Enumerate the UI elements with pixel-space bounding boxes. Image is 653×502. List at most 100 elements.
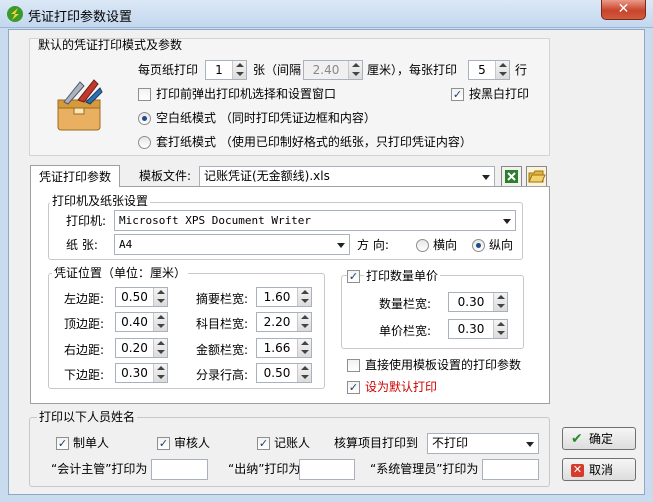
tab-label: 凭证打印参数 [39, 170, 112, 184]
row-height-value: 0.50 [263, 366, 291, 380]
orientation-label: 方 向: [357, 238, 389, 252]
per-page-value: 1 [215, 63, 223, 77]
amount-width-stepper[interactable]: 1.66 [256, 338, 312, 358]
chevron-down-icon[interactable] [498, 211, 515, 230]
price-width-label: 单价栏宽: [379, 324, 432, 338]
top-margin-value: 0.40 [121, 315, 148, 329]
chevron-down-icon[interactable] [521, 434, 538, 453]
spin-arrows-icon[interactable] [297, 364, 311, 382]
accounting-print-value: 不打印 [432, 436, 469, 450]
row-height-stepper[interactable]: 0.50 [256, 363, 312, 383]
spin-arrows-icon[interactable] [348, 61, 362, 79]
left-margin-stepper[interactable]: 0.50 [115, 287, 168, 307]
spin-arrows-icon[interactable] [153, 339, 167, 357]
top-margin-stepper[interactable]: 0.40 [115, 312, 168, 332]
spin-arrows-icon[interactable] [153, 364, 167, 382]
summary-width-label: 摘要栏宽: [196, 292, 249, 306]
cashier-input[interactable] [299, 459, 355, 480]
bookkeeper-checkbox[interactable]: ✓ [257, 437, 270, 450]
spin-arrows-icon[interactable] [495, 61, 509, 79]
maker-label: 制单人 [73, 436, 110, 450]
template-label: 模板文件: [139, 169, 192, 183]
top-margin-label: 顶边距: [64, 317, 105, 331]
reviewer-label: 审核人 [174, 436, 211, 450]
summary-width-value: 1.60 [263, 290, 291, 304]
maker-checkbox[interactable]: ✓ [56, 437, 69, 450]
bottom-margin-label: 下边距: [64, 368, 105, 382]
quantity-group-label: 打印数量单价 [364, 268, 441, 284]
spin-arrows-icon[interactable] [297, 313, 311, 331]
portrait-radio[interactable] [472, 239, 485, 252]
open-folder-icon[interactable] [526, 166, 547, 187]
amount-width-value: 1.66 [263, 341, 291, 355]
mode-preprinted-radio[interactable] [138, 136, 151, 149]
bottom-margin-stepper[interactable]: 0.30 [115, 363, 168, 383]
qty-width-stepper[interactable]: 0.30 [448, 292, 508, 312]
supervisor-label: “会计主管”打印为 [51, 462, 148, 476]
cancel-label: 取消 [589, 463, 614, 477]
spin-arrows-icon[interactable] [493, 320, 507, 338]
spin-arrows-icon[interactable] [493, 293, 507, 311]
paper-select[interactable]: A4 [114, 234, 350, 255]
qty-width-label: 数量栏宽: [379, 297, 432, 311]
popup-printer-checkbox[interactable] [138, 88, 151, 101]
printer-select[interactable]: Microsoft XPS Document Writer [114, 210, 516, 231]
spin-arrows-icon[interactable] [153, 288, 167, 306]
admin-label: “系统管理员”打印为 [370, 462, 479, 476]
ok-button[interactable]: ✔ 确定 [562, 427, 636, 450]
mode-blank-radio[interactable] [138, 112, 151, 125]
supervisor-input[interactable] [151, 459, 208, 480]
set-default-label: 设为默认打印 [365, 380, 438, 394]
amount-width-label: 金额栏宽: [196, 343, 249, 357]
left-margin-label: 左边距: [64, 292, 105, 306]
chevron-down-icon[interactable] [477, 167, 494, 186]
rows-unit-label: 行 [515, 63, 528, 77]
subject-width-stepper[interactable]: 2.20 [256, 312, 312, 332]
portrait-label: 纵向 [489, 238, 514, 252]
unit-zhang-label: 张（间隔 [253, 63, 302, 77]
gap-unit-label: 厘米），每张打印 [367, 63, 458, 77]
reviewer-checkbox[interactable]: ✓ [157, 437, 170, 450]
chevron-down-icon[interactable] [332, 235, 349, 254]
admin-input[interactable] [482, 459, 539, 480]
accounting-print-select[interactable]: 不打印 [427, 433, 539, 454]
tab-voucher-print-params[interactable]: 凭证打印参数 [30, 165, 120, 187]
template-value: 记账凭证(无金额线).xls [204, 169, 330, 183]
cancel-x-icon: ✕ [571, 463, 584, 477]
excel-file-icon[interactable] [501, 166, 522, 187]
popup-printer-label: 打印前弹出打印机选择和设置窗口 [156, 87, 337, 101]
spin-arrows-icon[interactable] [153, 313, 167, 331]
rows-value: 5 [478, 63, 486, 77]
right-margin-label: 右边距: [64, 343, 105, 357]
cancel-button[interactable]: ✕ 取消 [562, 458, 636, 481]
close-button[interactable]: ✕ [601, 0, 646, 20]
per-page-stepper[interactable]: 1 [205, 60, 247, 80]
price-width-value: 0.30 [457, 322, 485, 336]
landscape-radio[interactable] [416, 239, 429, 252]
subject-width-label: 科目栏宽: [196, 317, 249, 331]
set-default-checkbox[interactable]: ✓ [347, 381, 360, 394]
printer-group-label: 打印机及纸张设置 [50, 193, 151, 209]
signers-group-label: 打印以下人员姓名 [37, 409, 138, 425]
price-width-stepper[interactable]: 0.30 [448, 319, 508, 339]
spin-arrows-icon[interactable] [297, 288, 311, 306]
ok-label: 确定 [589, 432, 614, 446]
position-group-label: 凭证位置（单位：厘米） [52, 265, 189, 281]
landscape-label: 横向 [433, 238, 458, 252]
defaults-group-label: 默认的凭证打印模式及参数 [38, 38, 183, 52]
per-page-label: 每页纸打印 [138, 63, 199, 77]
bookkeeper-label: 记账人 [274, 436, 311, 450]
cashier-label: “出纳”打印为 [228, 462, 301, 476]
template-select[interactable]: 记账凭证(无金额线).xls [199, 166, 495, 187]
summary-width-stepper[interactable]: 1.60 [256, 287, 312, 307]
black-white-checkbox[interactable]: ✓ [451, 88, 464, 101]
black-white-label: 按黑白打印 [469, 87, 530, 101]
gap-stepper[interactable]: 2.40 [303, 60, 363, 80]
rows-stepper[interactable]: 5 [468, 60, 510, 80]
spin-arrows-icon[interactable] [297, 339, 311, 357]
use-template-checkbox[interactable] [347, 359, 360, 372]
quantity-checkbox[interactable]: ✓ [347, 270, 360, 283]
right-margin-stepper[interactable]: 0.20 [115, 338, 168, 358]
right-margin-value: 0.20 [121, 341, 148, 355]
spin-arrows-icon[interactable] [232, 61, 246, 79]
